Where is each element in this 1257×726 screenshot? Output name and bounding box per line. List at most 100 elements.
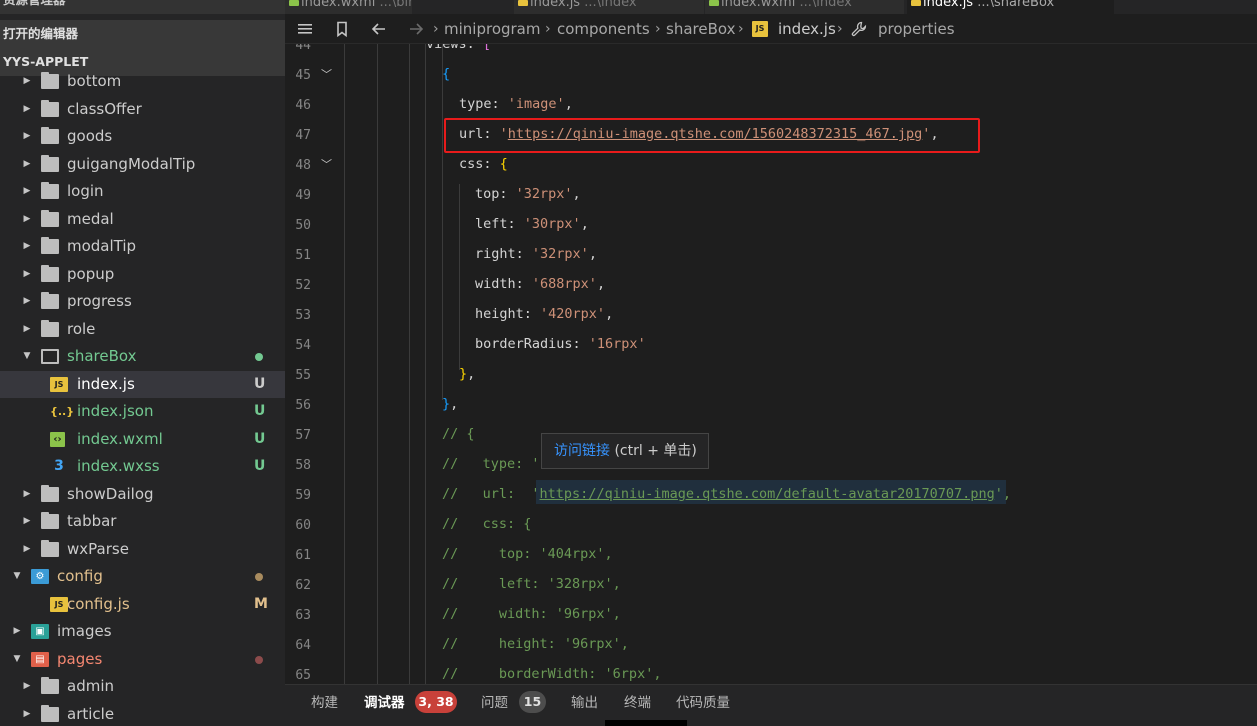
chevron-right-icon[interactable]: ▶ <box>20 536 34 563</box>
open-editors-header[interactable]: 打开的编辑器 <box>0 20 285 48</box>
line-number: 52 <box>295 278 311 293</box>
line-number: 64 <box>295 638 311 653</box>
panel-tab-debugger[interactable]: 调试器 <box>364 685 405 721</box>
chevron-right-icon[interactable]: ▶ <box>20 673 34 700</box>
chevron-right-icon[interactable]: ▶ <box>20 288 34 315</box>
panel-tab-code-quality[interactable]: 代码质量 <box>676 685 730 721</box>
tab-index-wxml-index[interactable]: index.wxml ...\index <box>705 0 905 14</box>
code-line: // left: '328rpx', <box>442 576 621 592</box>
tree-item-index-wxss[interactable]: 3 index.wxss U <box>0 453 285 480</box>
tree-item-wxparse[interactable]: ▶ wxParse <box>0 536 285 563</box>
code-editor[interactable]: 44 45 ﹀ 46 47 48 ﹀ 49 50 51 52 53 54 55 56 57 58 59 60 61 62… <box>285 44 1257 684</box>
tree-item-pages[interactable]: ▼ ▤ pages <box>0 646 285 673</box>
tree-item-config[interactable]: ▼ ⚙ config <box>0 563 285 590</box>
breadcrumb-miniprogram[interactable]: miniprogram <box>444 14 540 44</box>
tree-item-goods[interactable]: ▶ goods <box>0 123 285 150</box>
wxml-file-icon: ‹› <box>50 431 65 447</box>
code-line: top: '32rpx', <box>475 186 581 202</box>
chevron-right-icon[interactable]: ▶ <box>20 508 34 535</box>
line-number: 51 <box>295 248 311 263</box>
chevron-right-icon: › <box>545 21 551 37</box>
chevron-right-icon[interactable]: ▶ <box>20 123 34 150</box>
tree-item-progress[interactable]: ▶ progress <box>0 288 285 315</box>
tree-item-index-wxml[interactable]: ‹› index.wxml U <box>0 426 285 453</box>
tree-item-images[interactable]: ▶ ▣ images <box>0 618 285 645</box>
line-number: 58 <box>295 458 311 473</box>
bookmark-icon[interactable] <box>333 20 351 38</box>
pages-folder-icon: ▤ <box>31 651 49 667</box>
chevron-right-icon[interactable]: ▶ <box>20 481 34 508</box>
tree-item-guigangmodaltip[interactable]: ▶ guigangModalTip <box>0 151 285 178</box>
images-folder-icon: ▣ <box>31 624 49 639</box>
folder-icon <box>41 72 59 89</box>
follow-link-action[interactable]: 访问链接 <box>554 443 610 459</box>
breadcrumb-index-js[interactable]: index.js <box>778 14 836 44</box>
chevron-right-icon[interactable]: ▶ <box>20 701 34 726</box>
forward-arrow-icon[interactable] <box>407 20 425 38</box>
tree-item-showdailog[interactable]: ▶ showDailog <box>0 481 285 508</box>
tree-item-config-js[interactable]: JS config.js M <box>0 591 285 618</box>
js-file-icon <box>911 0 921 6</box>
explorer-sidebar: 资源管理器 打开的编辑器 YYS-APPLET ▶bottom▶classOff… <box>0 0 285 726</box>
chevron-down-icon[interactable]: ▼ <box>10 646 24 673</box>
tree-item-label: shareBox <box>67 347 137 365</box>
chevron-right-icon[interactable]: ▶ <box>20 96 34 123</box>
json-file-icon: {..} <box>50 405 75 418</box>
code-line: }, <box>442 396 459 412</box>
tree-item-tabbar[interactable]: ▶ tabbar <box>0 508 285 535</box>
panel-tab-terminal[interactable]: 终端 <box>624 685 651 721</box>
tree-item-medal[interactable]: ▶ medal <box>0 206 285 233</box>
panel-tab-build[interactable]: 构建 <box>311 685 338 721</box>
tree-item-label: config.js <box>67 594 130 613</box>
code-line: left: '30rpx', <box>475 216 589 232</box>
tab-index-js-index[interactable]: index.js ...\index <box>514 0 644 14</box>
code-line: // type: ' <box>442 456 540 472</box>
breadcrumb-components[interactable]: components <box>557 14 650 44</box>
back-arrow-icon[interactable] <box>370 20 388 38</box>
tree-item-article[interactable]: ▶ article <box>0 701 285 726</box>
code-line: height: '420rpx', <box>475 306 614 322</box>
breadcrumb-sharebox[interactable]: shareBox <box>666 14 735 44</box>
tree-item-modaltip[interactable]: ▶ modalTip <box>0 233 285 260</box>
tree-item-login[interactable]: ▶ login <box>0 178 285 205</box>
wxml-file-icon <box>709 0 719 6</box>
tree-item-index-json[interactable]: {..} index.json U <box>0 398 285 425</box>
chevron-right-icon[interactable]: ▶ <box>10 618 24 645</box>
chevron-right-icon[interactable]: ▶ <box>20 151 34 178</box>
chevron-right-icon[interactable]: ▶ <box>20 178 34 205</box>
chevron-right-icon[interactable]: ▶ <box>20 233 34 260</box>
tree-item-sharebox[interactable]: ▼ shareBox <box>0 343 285 370</box>
indent-guide <box>442 44 443 400</box>
tree-item-index-js[interactable]: JS index.js U <box>0 370 285 398</box>
chevron-right-icon[interactable]: ▶ <box>20 206 34 233</box>
fold-chevron-icon[interactable]: ﹀ <box>321 156 332 172</box>
chevron-right-icon[interactable]: ▶ <box>20 316 34 343</box>
wxss-file-icon: 3 <box>54 458 64 474</box>
git-change-dot <box>255 573 263 581</box>
indent-guide <box>409 44 410 684</box>
line-number: 54 <box>295 338 311 353</box>
js-file-icon: JS <box>50 596 68 612</box>
panel-scrollbar[interactable] <box>605 720 687 726</box>
tab-index-js-sharebox[interactable]: index.js ...\shareBox <box>907 0 1115 14</box>
tab-index-js-index-2[interactable] <box>643 0 705 14</box>
tree-item-label: modalTip <box>67 237 137 255</box>
tab-index-wxml-bin-test[interactable]: index.wxml ...\bin_test <box>285 0 413 14</box>
line-number: 60 <box>295 518 311 533</box>
fold-chevron-icon[interactable]: ﹀ <box>321 66 332 82</box>
tree-item-bottom[interactable]: ▶ bottom <box>0 68 285 95</box>
panel-tab-output[interactable]: 输出 <box>571 685 598 721</box>
breadcrumb-properties[interactable]: properties <box>878 14 955 44</box>
chevron-right-icon[interactable]: ▶ <box>20 68 34 95</box>
chevron-down-icon[interactable]: ▼ <box>10 563 24 590</box>
chevron-right-icon[interactable]: ▶ <box>20 261 34 288</box>
tree-item-popup[interactable]: ▶ popup <box>0 261 285 288</box>
list-icon[interactable] <box>296 20 314 38</box>
tree-item-classoffer[interactable]: ▶ classOffer <box>0 96 285 123</box>
chevron-down-icon[interactable]: ▼ <box>20 343 34 370</box>
tree-item-role[interactable]: ▶ role <box>0 316 285 343</box>
chevron-right-icon: › <box>433 21 439 37</box>
tree-item-admin[interactable]: ▶ admin <box>0 673 285 700</box>
panel-tab-problems[interactable]: 问题 <box>481 685 508 721</box>
line-number: 65 <box>295 668 311 683</box>
